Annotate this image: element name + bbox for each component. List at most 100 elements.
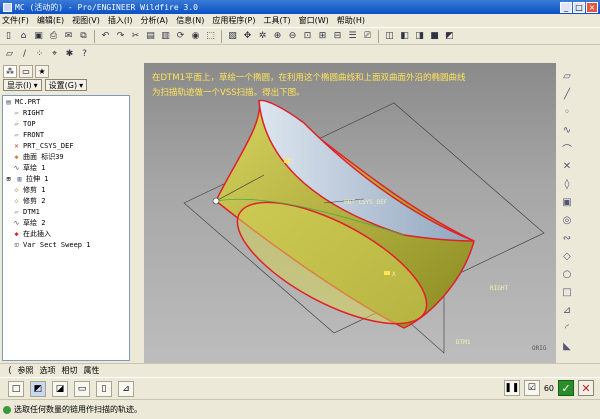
tree-item-csys[interactable]: ✕ PRT_CSYS_DEF xyxy=(3,140,129,151)
menu-edit[interactable]: 编辑(E) xyxy=(37,15,64,26)
datum-point-tool-icon[interactable]: ◦ xyxy=(560,105,574,119)
tree-item-top[interactable]: ▱ TOP xyxy=(3,118,129,129)
tree-item-extrude1[interactable]: ⊞ ▥ 拉伸 1 xyxy=(3,173,129,184)
refit-icon[interactable]: ⊡ xyxy=(301,30,314,43)
tab-options[interactable]: 选项 xyxy=(40,365,56,376)
tree-item-dtm1[interactable]: ▱ DTM1 xyxy=(3,206,129,217)
round-tool-icon[interactable]: ◜ xyxy=(560,321,574,335)
close-button[interactable]: × xyxy=(586,1,598,13)
csys-display-icon[interactable]: ⌖ xyxy=(48,48,61,61)
tab-tangency[interactable]: 相切 xyxy=(62,365,78,376)
datum-axis-tool-icon[interactable]: ╱ xyxy=(560,87,574,101)
ok-button[interactable]: ✓ xyxy=(558,380,574,396)
new-icon[interactable]: ▯ xyxy=(2,30,15,43)
variable-section-icon[interactable]: ⊿ xyxy=(118,380,134,397)
tree-item-trim2[interactable]: ◇ 修剪 2 xyxy=(3,195,129,206)
select-box-icon[interactable]: ⬚ xyxy=(204,30,217,43)
solid-icon[interactable]: □ xyxy=(8,380,24,397)
tree-item-root[interactable]: ▤ MC.PRT xyxy=(3,96,129,107)
favorites-tab-icon[interactable]: ★ xyxy=(35,64,49,78)
menu-insert[interactable]: 插入(I) xyxy=(108,15,133,26)
cancel-button[interactable]: ✕ xyxy=(578,380,594,396)
tree-item-front[interactable]: ▱ FRONT xyxy=(3,129,129,140)
thicken-icon[interactable]: ▭ xyxy=(74,380,90,397)
extrude-tool-icon[interactable]: ▣ xyxy=(560,195,574,209)
rib-tool-icon[interactable]: ⊿ xyxy=(560,303,574,317)
show-dropdown[interactable]: 显示(I) ▾ xyxy=(3,79,42,91)
menu-file[interactable]: 文件(F) xyxy=(2,15,29,26)
blend-tool-icon[interactable]: ◇ xyxy=(560,249,574,263)
open-icon[interactable]: ⌂ xyxy=(17,30,30,43)
pause-icon[interactable]: ❚❚ xyxy=(503,380,520,396)
paste-special-icon[interactable]: ▥ xyxy=(159,30,172,43)
menu-help[interactable]: 帮助(H) xyxy=(337,15,365,26)
orient-icon[interactable]: ✲ xyxy=(256,30,269,43)
redo-icon[interactable]: ↷ xyxy=(114,30,127,43)
graphics-window[interactable]: 在DTM1平面上，草绘一个椭圆，在利用这个椭圆曲线和上面双曲面外沿的椭圆曲线 为… xyxy=(144,63,556,363)
regenerate-icon[interactable]: ⟳ xyxy=(174,30,187,43)
menu-applications[interactable]: 应用程序(P) xyxy=(212,15,255,26)
datum-point-display-icon[interactable]: ⁘ xyxy=(33,48,46,61)
shell-tool-icon[interactable]: □ xyxy=(560,285,574,299)
chamfer-tool-icon[interactable]: ◣ xyxy=(560,339,574,353)
shading-icon[interactable]: ■ xyxy=(428,30,441,43)
sketch-tool-icon[interactable]: ∿ xyxy=(560,123,574,137)
paste-icon[interactable]: ▤ xyxy=(144,30,157,43)
tree-item-sketch2[interactable]: ∿ 草绘 2 xyxy=(3,217,129,228)
menu-window[interactable]: 窗口(W) xyxy=(299,15,329,26)
revolve-tool-icon[interactable]: ◎ xyxy=(560,213,574,227)
menu-info[interactable]: 信息(N) xyxy=(176,15,204,26)
remove-material-icon[interactable]: ◪ xyxy=(52,380,68,397)
tree-item-right[interactable]: ▱ RIGHT xyxy=(3,107,129,118)
zoom-out-icon[interactable]: ⊖ xyxy=(286,30,299,43)
menu-analysis[interactable]: 分析(A) xyxy=(140,15,168,26)
copy-icon[interactable]: ⧉ xyxy=(77,30,90,43)
sash[interactable] xyxy=(136,63,144,363)
tab-properties[interactable]: 属性 xyxy=(84,365,100,376)
analysis-tool-icon[interactable]: ◊ xyxy=(560,177,574,191)
repaint-icon[interactable]: ▧ xyxy=(226,30,239,43)
cut-icon[interactable]: ✂ xyxy=(129,30,142,43)
render-icon[interactable]: ◩ xyxy=(443,30,456,43)
sweep-tool-icon[interactable]: ∾ xyxy=(560,231,574,245)
hole-tool-icon[interactable]: ○ xyxy=(560,267,574,281)
tree-item-insert-here[interactable]: ◆ 在此插入 xyxy=(3,228,129,239)
tree-item-vss[interactable]: ⊡ Var Sect Sweep 1 xyxy=(3,239,129,250)
csys-tool-icon[interactable]: ✕ xyxy=(560,159,574,173)
tab-references[interactable]: 参照 xyxy=(18,365,34,376)
tree-item-sketch1[interactable]: ∿ 草绘 1 xyxy=(3,162,129,173)
expand-icon[interactable]: ⊞ xyxy=(4,175,13,183)
saved-views-icon[interactable]: ⊟ xyxy=(331,30,344,43)
zoom-in-icon[interactable]: ⊕ xyxy=(271,30,284,43)
datum-curve-tool-icon[interactable]: ⌒ xyxy=(560,141,574,156)
layers-icon[interactable]: ☰ xyxy=(346,30,359,43)
find-icon[interactable]: ◉ xyxy=(189,30,202,43)
maximize-button[interactable]: □ xyxy=(573,1,585,13)
menu-view[interactable]: 视图(V) xyxy=(72,15,100,26)
tree-item-trim1[interactable]: ◇ 修剪 1 xyxy=(3,184,129,195)
spin-center-icon[interactable]: ✥ xyxy=(241,30,254,43)
settings-dropdown[interactable]: 设置(G) ▾ xyxy=(44,79,88,91)
callout-marker[interactable] xyxy=(384,271,390,275)
email-icon[interactable]: ✉ xyxy=(62,30,75,43)
view-manager-icon[interactable]: ⎚ xyxy=(361,30,374,43)
model-tree-tab-icon[interactable]: ⁂ xyxy=(3,64,17,78)
tree-item-surface[interactable]: ◆ 曲面 标识39 xyxy=(3,151,129,162)
datum-plane-display-icon[interactable]: ▱ xyxy=(3,48,16,61)
print-icon[interactable]: ⎙ xyxy=(47,30,60,43)
surface-option-icon[interactable]: ◩ xyxy=(30,380,46,397)
whats-this-icon[interactable]: ? xyxy=(78,48,91,61)
folder-browser-tab-icon[interactable]: ▭ xyxy=(19,64,33,78)
minimize-button[interactable]: _ xyxy=(560,1,572,13)
spin-center-display-icon[interactable]: ✱ xyxy=(63,48,76,61)
hidden-line-icon[interactable]: ◧ xyxy=(398,30,411,43)
reorient-icon[interactable]: ⊞ xyxy=(316,30,329,43)
save-icon[interactable]: ▣ xyxy=(32,30,45,43)
undo-icon[interactable]: ↶ xyxy=(99,30,112,43)
preview-icon[interactable]: ☑ xyxy=(523,380,540,396)
start-point-marker[interactable] xyxy=(212,197,220,205)
datum-axis-display-icon[interactable]: / xyxy=(18,48,31,61)
datum-plane-tool-icon[interactable]: ▱ xyxy=(560,69,574,83)
no-hidden-icon[interactable]: ◨ xyxy=(413,30,426,43)
wireframe-icon[interactable]: ◫ xyxy=(383,30,396,43)
